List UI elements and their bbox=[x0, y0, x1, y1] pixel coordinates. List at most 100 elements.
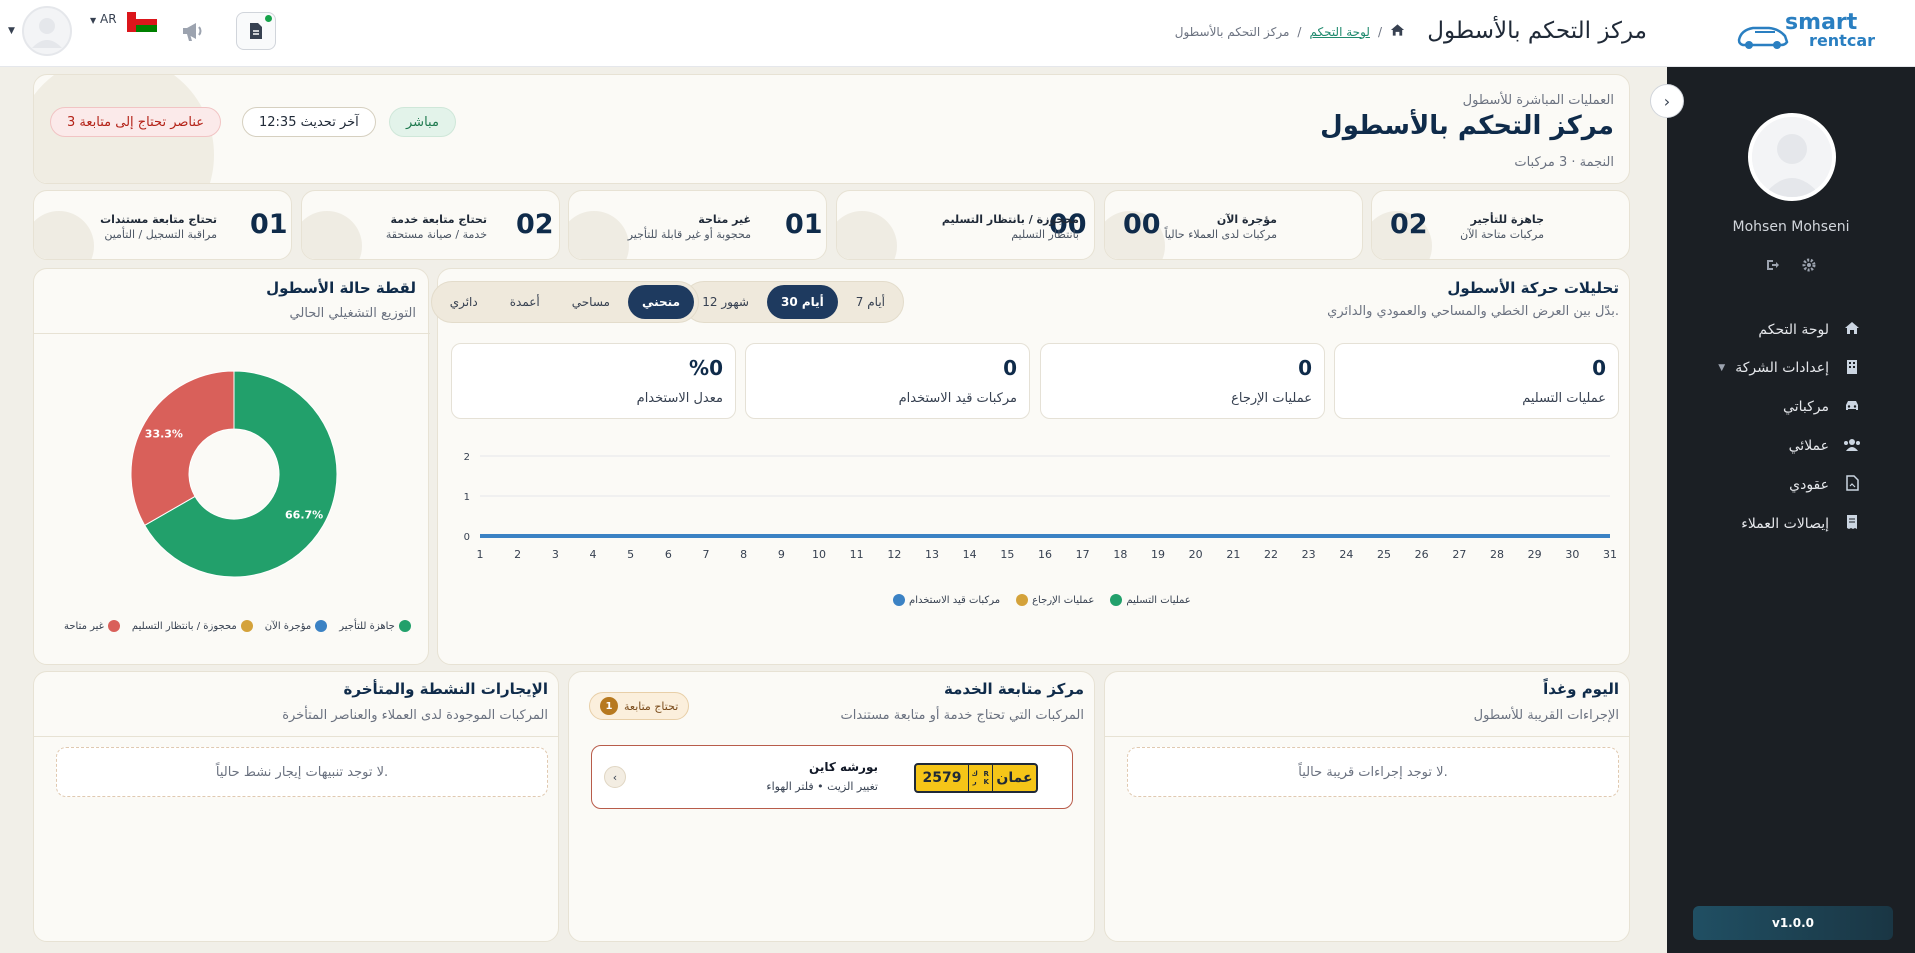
sidebar-item-label: لوحة التحكم bbox=[1758, 322, 1829, 338]
stat-label: غير متاحة bbox=[698, 213, 751, 226]
chevron-down-icon[interactable]: ▼ bbox=[8, 26, 15, 36]
sidebar-item-label: إيصالات العملاء bbox=[1741, 516, 1829, 532]
breadcrumb-separator: / bbox=[1297, 24, 1302, 39]
chevron-left-icon[interactable]: ‹ bbox=[604, 766, 626, 788]
sidebar-item-label: إعدادات الشركة bbox=[1735, 360, 1829, 376]
service-item[interactable]: عمان ك ر R K 2579 بورشه كاين تغيير الزيت… bbox=[591, 745, 1073, 809]
home-icon[interactable] bbox=[1390, 23, 1405, 40]
card-title: مركز متابعة الخدمة bbox=[944, 680, 1084, 698]
badge-label: تحتاج متابعة bbox=[624, 699, 679, 713]
app-logo[interactable]: smart rentcar bbox=[1735, 10, 1875, 54]
range-12-months[interactable]: 12 شهور bbox=[688, 285, 763, 319]
x-tick-label: 26 bbox=[1415, 548, 1429, 561]
stat-card-service[interactable]: 02 تحتاج متابعة خدمة خدمة / صيانة مستحقة bbox=[301, 190, 560, 260]
language-switcher[interactable]: ▼ AR bbox=[90, 12, 117, 26]
stat-label: تحتاج متابعة مستندات bbox=[100, 213, 217, 226]
home-icon bbox=[1841, 321, 1863, 339]
kpi-label: معدل الاستخدام bbox=[636, 391, 723, 406]
sidebar-user-name: Mohsen Mohseni bbox=[1732, 219, 1850, 235]
x-tick-label: 31 bbox=[1603, 548, 1617, 561]
logo-line1: smart bbox=[1785, 10, 1858, 35]
stat-card-unavailable[interactable]: 01 غير متاحة محجوبة أو غير قابلة للتأجير bbox=[568, 190, 827, 260]
stat-card-reserved[interactable]: 00 محجوزة / بانتظار التسليم بانتظار التس… bbox=[836, 190, 1095, 260]
x-tick-label: 7 bbox=[703, 548, 710, 561]
user-avatar[interactable] bbox=[22, 6, 72, 56]
kpi-label: عمليات التسليم bbox=[1522, 391, 1606, 406]
gear-icon[interactable] bbox=[1802, 258, 1816, 276]
card-subtitle: الإجراءات القريبة للأسطول bbox=[1473, 708, 1619, 723]
x-tick-label: 21 bbox=[1226, 548, 1240, 561]
y-tick-label: 0 bbox=[464, 532, 470, 543]
chart-type-curve[interactable]: منحني bbox=[627, 285, 694, 319]
logout-icon[interactable] bbox=[1766, 258, 1780, 276]
range-30-days[interactable]: 30 أيام bbox=[766, 285, 838, 319]
empty-state: لا توجد إجراءات قريبة حالياً. bbox=[1127, 747, 1619, 797]
sidebar-item-contracts[interactable]: عقودي bbox=[1667, 471, 1915, 499]
chart-type-pie[interactable]: دائري bbox=[436, 285, 492, 319]
chart-type-area[interactable]: مساحي bbox=[558, 285, 624, 319]
live-badge: مباشر bbox=[389, 107, 456, 137]
plate-code: ك ر R K bbox=[968, 765, 992, 791]
range-7-days[interactable]: 7 أيام bbox=[842, 285, 899, 319]
x-tick-label: 20 bbox=[1189, 548, 1203, 561]
x-tick-label: 16 bbox=[1038, 548, 1052, 561]
megaphone-icon[interactable] bbox=[180, 18, 206, 44]
car-icon bbox=[1841, 399, 1863, 416]
range-selector: 7 أيام 30 أيام 12 شهور bbox=[683, 281, 904, 323]
x-tick-label: 28 bbox=[1490, 548, 1504, 561]
kpi-value: 0 bbox=[1298, 356, 1312, 380]
legend-label: محجوزة / بانتظار التسليم bbox=[131, 620, 237, 632]
oman-flag-icon[interactable] bbox=[127, 12, 157, 32]
stat-value: 02 bbox=[516, 209, 554, 240]
chart-legend: مركبات قيد الاستخدام عمليات الإرجاع عمليات… bbox=[893, 594, 1191, 606]
stat-card-rented[interactable]: 00 مؤجرة الآن مركبات لدى العملاء حالياً bbox=[1104, 190, 1363, 260]
card-title: اليوم وغداً bbox=[1543, 680, 1619, 698]
sidebar-item-label: مركباتي bbox=[1783, 399, 1829, 415]
legend-swatch bbox=[398, 620, 411, 632]
chart-type-bars[interactable]: أعمدة bbox=[496, 285, 554, 319]
breadcrumb-dashboard-link[interactable]: لوحة التحكم bbox=[1309, 25, 1370, 39]
x-tick-label: 6 bbox=[665, 548, 672, 561]
stat-card-ready[interactable]: 02 جاهزة للتأجير مركبات متاحة الآن bbox=[1371, 190, 1630, 260]
legend-swatch bbox=[240, 620, 253, 632]
x-tick-label: 18 bbox=[1113, 548, 1127, 561]
y-tick-label: 1 bbox=[464, 492, 470, 503]
hero-card: العمليات المباشرة للأسطول مركز التحكم با… bbox=[33, 74, 1630, 184]
stat-sub: محجوبة أو غير قابلة للتأجير bbox=[627, 228, 751, 241]
legend-label: عمليات الإرجاع bbox=[1032, 594, 1095, 606]
attention-badge[interactable]: 3 عناصر تحتاج إلى متابعة bbox=[50, 107, 222, 137]
sidebar-item-vehicles[interactable]: مركباتي bbox=[1667, 393, 1915, 421]
stat-card-documents[interactable]: 01 تحتاج متابعة مستندات مراقبة التسجيل /… bbox=[33, 190, 292, 260]
document-button[interactable] bbox=[236, 12, 276, 50]
legend-label: غير متاحة bbox=[64, 620, 104, 632]
legend-item[interactable]: جاهزة للتأجير bbox=[339, 620, 411, 632]
receipt-icon bbox=[1841, 514, 1863, 534]
sidebar-item-dashboard[interactable]: لوحة التحكم bbox=[1667, 316, 1915, 344]
legend-label: جاهزة للتأجير bbox=[339, 620, 395, 632]
legend-item[interactable]: محجوزة / بانتظار التسليم bbox=[132, 620, 253, 632]
donut-slice bbox=[130, 370, 235, 526]
legend-item[interactable]: عمليات التسليم bbox=[1110, 594, 1191, 606]
language-code: AR bbox=[99, 12, 117, 26]
sidebar-item-company-settings[interactable]: إعدادات الشركة ▼ bbox=[1667, 354, 1915, 382]
x-tick-label: 19 bbox=[1151, 548, 1165, 561]
service-followup-card: مركز متابعة الخدمة المركبات التي تحتاج خ… bbox=[568, 671, 1095, 942]
x-tick-label: 22 bbox=[1264, 548, 1278, 561]
chevron-right-icon[interactable]: › bbox=[1650, 84, 1684, 118]
analytics-subtitle: بدّل بين العرض الخطي والمساحي والعمودي و… bbox=[1327, 304, 1619, 319]
legend-item[interactable]: مؤجرة الآن bbox=[265, 620, 328, 632]
stat-sub: خدمة / صيانة مستحقة bbox=[385, 228, 487, 241]
version-badge: v1.0.0 bbox=[1693, 906, 1893, 940]
fleet-status-card: لقطة حالة الأسطول التوزيع التشغيلي الحال… bbox=[33, 268, 430, 665]
legend-item[interactable]: غير متاحة bbox=[64, 620, 120, 632]
card-subtitle: المركبات الموجودة لدى العملاء والعناصر ا… bbox=[282, 708, 548, 723]
sidebar-item-receipts[interactable]: إيصالات العملاء bbox=[1667, 510, 1915, 538]
kpi-value: 0 bbox=[1592, 356, 1606, 380]
chart-type-selector: منحني مساحي أعمدة دائري bbox=[430, 281, 699, 323]
stat-sub: مركبات لدى العملاء حالياً bbox=[1164, 228, 1277, 241]
sidebar-item-customers[interactable]: عملائي bbox=[1667, 432, 1915, 460]
x-tick-label: 10 bbox=[812, 548, 826, 561]
last-updated-badge: آخر تحديث 12:35 bbox=[242, 107, 376, 137]
legend-item[interactable]: عمليات الإرجاع bbox=[1016, 594, 1094, 606]
legend-item[interactable]: مركبات قيد الاستخدام bbox=[893, 594, 1000, 606]
